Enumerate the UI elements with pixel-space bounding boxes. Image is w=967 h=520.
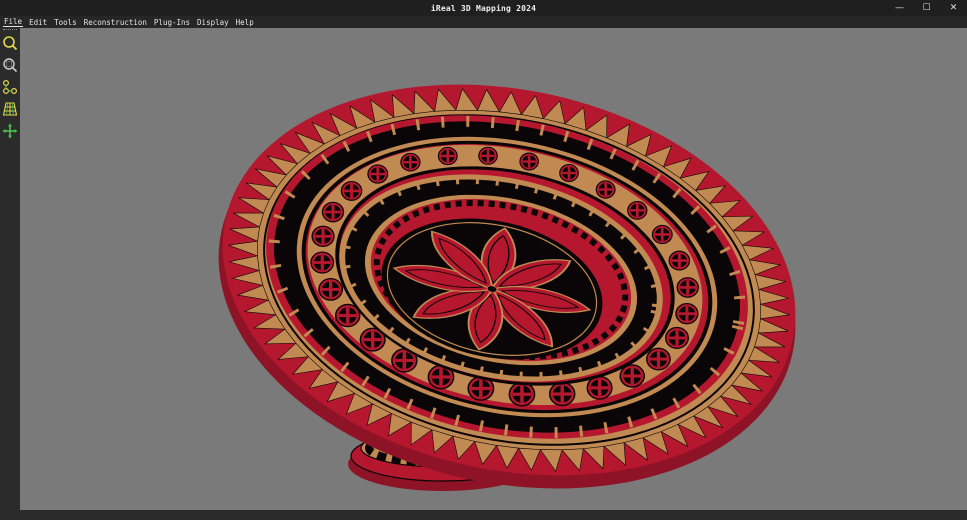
medallion bbox=[321, 201, 345, 223]
medallion bbox=[478, 146, 498, 165]
medallion bbox=[367, 164, 389, 184]
close-button[interactable]: ✕ bbox=[940, 0, 967, 16]
zoom-icon bbox=[3, 36, 18, 51]
maximize-button[interactable]: ☐ bbox=[913, 0, 940, 16]
medallion bbox=[586, 375, 613, 400]
medallion bbox=[675, 302, 699, 325]
minimize-button[interactable]: — bbox=[886, 0, 913, 16]
medallion bbox=[651, 224, 673, 245]
menu-file[interactable]: File bbox=[3, 17, 24, 27]
medallion bbox=[559, 163, 579, 183]
menu-display[interactable]: Display bbox=[196, 18, 230, 27]
medallion bbox=[519, 152, 539, 171]
medallion bbox=[668, 250, 691, 271]
menu-tools[interactable]: Tools bbox=[53, 18, 78, 27]
medallion bbox=[627, 201, 648, 220]
3d-viewport[interactable] bbox=[20, 28, 967, 510]
menu-bar: File Edit Tools Reconstruction Plug-Ins … bbox=[0, 16, 967, 28]
medallion bbox=[508, 381, 536, 407]
medallion bbox=[311, 225, 335, 248]
medallion bbox=[665, 326, 690, 350]
menu-edit[interactable]: Edit bbox=[28, 18, 48, 27]
menu-reconstruction[interactable]: Reconstruction bbox=[83, 18, 148, 27]
move-axis-tool-button[interactable] bbox=[1, 120, 19, 142]
title-bar: iReal 3D Mapping 2024 — ☐ ✕ bbox=[0, 0, 967, 16]
point-connect-tool-button[interactable] bbox=[1, 76, 19, 98]
medallion bbox=[400, 152, 421, 172]
menu-help[interactable]: Help bbox=[235, 18, 255, 27]
medallion bbox=[548, 381, 576, 407]
left-toolbar bbox=[0, 28, 20, 510]
medallion bbox=[340, 180, 363, 201]
medallion bbox=[619, 364, 645, 388]
medallion bbox=[318, 277, 344, 301]
point-connect-icon bbox=[2, 79, 18, 95]
bowl-model[interactable] bbox=[20, 28, 967, 510]
medallion bbox=[595, 180, 616, 199]
menu-plug-ins[interactable]: Plug-Ins bbox=[153, 18, 191, 27]
mesh-grid-icon bbox=[2, 102, 18, 116]
zoom-region-icon bbox=[3, 58, 18, 73]
move-axis-icon bbox=[2, 123, 18, 139]
mesh-grid-tool-button[interactable] bbox=[1, 98, 19, 120]
zoom-region-tool-button[interactable] bbox=[1, 54, 19, 76]
medallion bbox=[310, 251, 335, 274]
medallion bbox=[437, 146, 458, 166]
medallion bbox=[676, 277, 699, 298]
window-title: iReal 3D Mapping 2024 bbox=[430, 3, 537, 13]
status-bar bbox=[0, 510, 967, 520]
medallion bbox=[646, 347, 671, 371]
zoom-tool-button[interactable] bbox=[1, 32, 19, 54]
window-controls: — ☐ ✕ bbox=[886, 0, 967, 16]
